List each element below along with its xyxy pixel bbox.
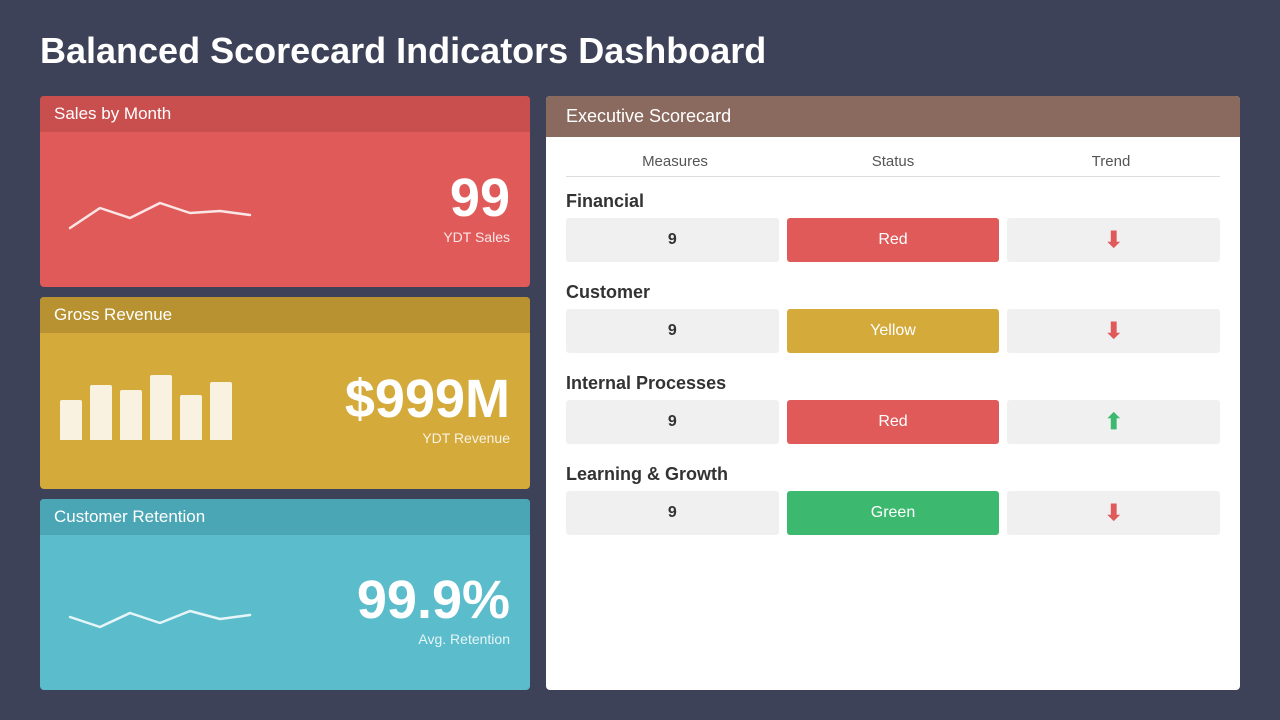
internal-measure: 9 xyxy=(566,400,779,444)
learning-trend-arrow-down-icon: ⬇ xyxy=(1104,500,1122,526)
scorecard-table: Measures Status Trend Financial 9 Red ⬇ … xyxy=(546,137,1240,690)
section-learning-growth: Learning & Growth 9 Green ⬇ xyxy=(566,456,1220,543)
revenue-main-value: $999M xyxy=(345,372,510,426)
retention-main-value: 99.9% xyxy=(357,573,510,627)
section-label-internal-processes: Internal Processes xyxy=(566,365,1220,400)
scorecard-row-learning: 9 Green ⬇ xyxy=(566,491,1220,535)
retention-value-block: 99.9% Avg. Retention xyxy=(357,573,510,647)
sales-card: Sales by Month 99 YDT Sales xyxy=(40,96,530,287)
bar-2 xyxy=(90,385,112,440)
revenue-sub-label: YDT Revenue xyxy=(345,430,510,446)
col-headers: Measures Status Trend xyxy=(566,145,1220,177)
financial-trend: ⬇ xyxy=(1007,218,1220,262)
section-label-customer: Customer xyxy=(566,274,1220,309)
learning-measure: 9 xyxy=(566,491,779,535)
scorecard-row-customer: 9 Yellow ⬇ xyxy=(566,309,1220,353)
scorecard-row-financial: 9 Red ⬇ xyxy=(566,218,1220,262)
financial-measure: 9 xyxy=(566,218,779,262)
customer-status: Yellow xyxy=(787,309,1000,353)
sales-card-body: 99 YDT Sales xyxy=(40,132,530,287)
internal-trend: ⬆ xyxy=(1007,400,1220,444)
internal-trend-arrow-up-icon: ⬆ xyxy=(1104,409,1122,435)
financial-status: Red xyxy=(787,218,1000,262)
dashboard-body: Sales by Month 99 YDT Sales Gross Revenu… xyxy=(40,96,1240,690)
customer-trend-arrow-down-icon: ⬇ xyxy=(1104,318,1122,344)
bar-3 xyxy=(120,390,142,440)
bar-4 xyxy=(150,375,172,440)
retention-sparkline xyxy=(60,575,357,645)
col-header-status: Status xyxy=(784,153,1002,170)
section-financial: Financial 9 Red ⬇ xyxy=(566,183,1220,270)
bar-5 xyxy=(180,395,202,440)
col-header-trend: Trend xyxy=(1002,153,1220,170)
retention-card: Customer Retention 99.9% Avg. Retention xyxy=(40,499,530,690)
bar-6 xyxy=(210,382,232,440)
section-internal-processes: Internal Processes 9 Red ⬆ xyxy=(566,365,1220,452)
section-label-financial: Financial xyxy=(566,183,1220,218)
sales-card-header: Sales by Month xyxy=(40,96,530,132)
retention-card-body: 99.9% Avg. Retention xyxy=(40,535,530,690)
sales-sparkline xyxy=(60,173,443,243)
col-header-measures: Measures xyxy=(566,153,784,170)
learning-trend: ⬇ xyxy=(1007,491,1220,535)
revenue-card-body: $999M YDT Revenue xyxy=(40,333,530,488)
learning-status: Green xyxy=(787,491,1000,535)
customer-trend: ⬇ xyxy=(1007,309,1220,353)
sales-main-value: 99 xyxy=(443,171,510,225)
section-customer: Customer 9 Yellow ⬇ xyxy=(566,274,1220,361)
retention-sub-label: Avg. Retention xyxy=(357,631,510,647)
right-panel: Executive Scorecard Measures Status Tren… xyxy=(546,96,1240,690)
scorecard-header: Executive Scorecard xyxy=(546,96,1240,137)
internal-status: Red xyxy=(787,400,1000,444)
bar-1 xyxy=(60,400,82,440)
financial-trend-arrow-down-icon: ⬇ xyxy=(1104,227,1122,253)
sales-value-block: 99 YDT Sales xyxy=(443,171,510,245)
scorecard-row-internal: 9 Red ⬆ xyxy=(566,400,1220,444)
retention-card-header: Customer Retention xyxy=(40,499,530,535)
left-panel: Sales by Month 99 YDT Sales Gross Revenu… xyxy=(40,96,530,690)
revenue-value-block: $999M YDT Revenue xyxy=(345,372,510,446)
revenue-card-header: Gross Revenue xyxy=(40,297,530,333)
revenue-card: Gross Revenue $999M YDT Revenue xyxy=(40,297,530,488)
revenue-barchart xyxy=(60,374,232,444)
page-title: Balanced Scorecard Indicators Dashboard xyxy=(40,30,1240,72)
sales-sub-label: YDT Sales xyxy=(443,229,510,245)
section-label-learning-growth: Learning & Growth xyxy=(566,456,1220,491)
customer-measure: 9 xyxy=(566,309,779,353)
